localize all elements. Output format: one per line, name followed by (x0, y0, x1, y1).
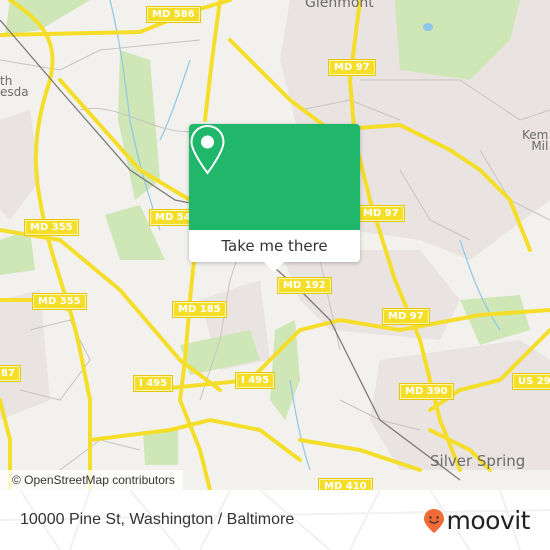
moovit-logo-icon (423, 509, 444, 533)
moovit-brand[interactable]: moovit (423, 506, 531, 535)
road-shield-md97-north: MD 97 (328, 59, 376, 76)
place-label-north-bethesda: th esda (0, 75, 29, 99)
map-view[interactable]: Glenmont th esda Kem Mil Silver Spring MD … (0, 0, 550, 490)
road-shield-md355-south: MD 355 (32, 293, 87, 310)
road-shield-87: 87 (0, 365, 21, 382)
road-shield-md586: MD 586 (146, 6, 201, 23)
place-label-kemp-mill-line2: Mil (531, 139, 549, 153)
place-label-glenmont: Glenmont (305, 0, 374, 11)
moovit-wordmark: moovit (446, 506, 531, 535)
location-popup[interactable]: Take me there (189, 124, 360, 272)
popup-header[interactable] (189, 124, 360, 230)
road-shield-md97-south: MD 97 (382, 308, 430, 325)
place-label-silver-spring: Silver Spring (430, 452, 526, 470)
road-shield-i495-east: I 495 (234, 372, 276, 389)
popup-pointer (264, 262, 284, 272)
road-shield-md97-mid: MD 97 (357, 205, 405, 222)
address-text: 10000 Pine St, Washington / Baltimore (20, 511, 295, 528)
road-shield-md410: MD 410 (318, 478, 373, 490)
road-shield-i495-west: I 495 (132, 375, 174, 392)
take-me-there-button[interactable]: Take me there (189, 230, 360, 262)
place-label-kemp-mill: Kem Mil (522, 129, 549, 153)
map-attribution[interactable]: © OpenStreetMap contributors (0, 470, 183, 490)
road-shield-us29: US 29 (512, 373, 550, 390)
road-shield-md355-north: MD 355 (24, 219, 79, 236)
road-shield-md390: MD 390 (399, 383, 454, 400)
footer-bar: 10000 Pine St, Washington / Baltimore mo… (0, 490, 550, 550)
road-shield-md185: MD 185 (172, 301, 227, 318)
place-label-north-bethesda-line2: esda (0, 85, 29, 99)
road-shield-md192: MD 192 (277, 277, 332, 294)
map-pin-icon (190, 124, 225, 175)
